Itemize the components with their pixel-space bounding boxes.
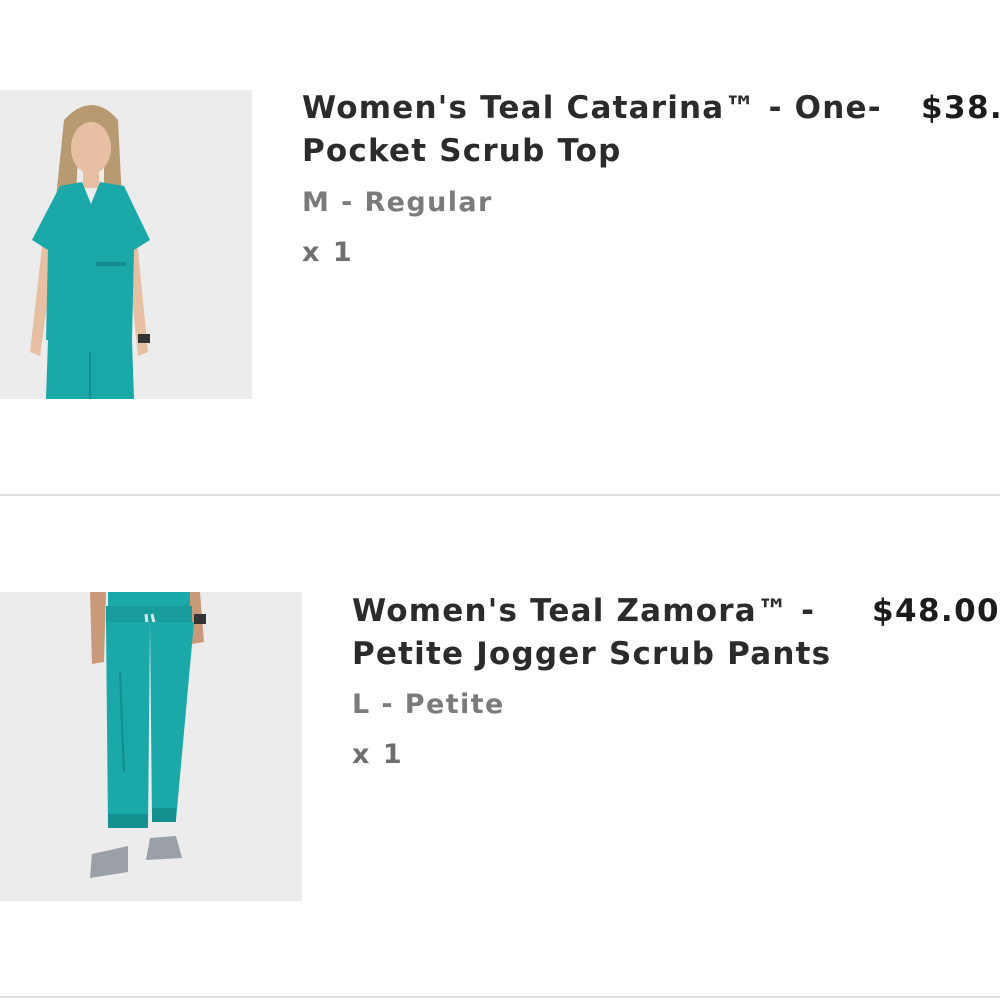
product-image-jogger-pants[interactable] — [0, 592, 302, 901]
scrub-top-illustration — [0, 90, 252, 399]
product-quantity: x 1 — [302, 237, 354, 268]
cart-item: Women's Teal Zamora™ - Petite Jogger Scr… — [0, 496, 1000, 996]
product-price: $38. — [921, 90, 1000, 126]
jogger-pants-illustration — [0, 592, 302, 901]
item-divider — [0, 996, 1000, 998]
product-quantity: x 1 — [352, 739, 404, 770]
product-title[interactable]: Women's Teal Catarina™ - One-Pocket Scru… — [302, 87, 902, 173]
cart-item: Women's Teal Catarina™ - One-Pocket Scru… — [0, 0, 1000, 495]
product-variant: M - Regular — [302, 187, 493, 218]
product-price: $48.00 — [872, 593, 1000, 629]
product-image-scrub-top[interactable] — [0, 90, 252, 399]
product-title[interactable]: Women's Teal Zamora™ - Petite Jogger Scr… — [352, 590, 832, 676]
cart-page: Women's Teal Catarina™ - One-Pocket Scru… — [0, 0, 1000, 1000]
product-variant: L - Petite — [352, 689, 505, 720]
